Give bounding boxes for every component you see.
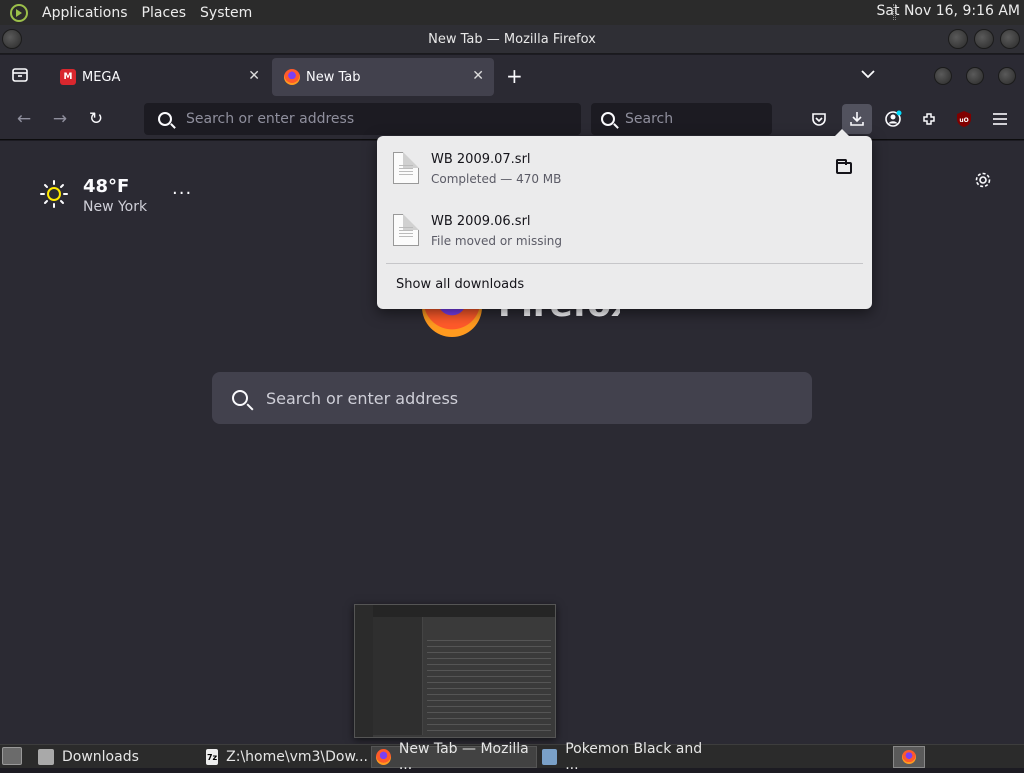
download-filename: WB 2009.06.srl bbox=[431, 214, 531, 229]
navigation-bar: ← → ↻ Search or enter address Search uO bbox=[0, 98, 1024, 140]
downloads-panel: WB 2009.07.srl Completed — 470 MB WB 200… bbox=[377, 129, 872, 309]
ublock-origin-icon[interactable]: uO bbox=[951, 106, 977, 132]
menu-system[interactable]: System bbox=[200, 5, 252, 21]
download-filename: WB 2009.07.srl bbox=[431, 152, 531, 167]
window-title: New Tab — Mozilla Firefox bbox=[428, 31, 596, 47]
divider bbox=[386, 263, 863, 264]
taskbar-item-firefox[interactable]: New Tab — Mozilla ... bbox=[371, 741, 537, 773]
menu-places[interactable]: Places bbox=[142, 5, 187, 21]
open-folder-icon[interactable] bbox=[836, 159, 852, 174]
file-icon bbox=[393, 152, 419, 184]
mega-icon: M bbox=[60, 69, 76, 85]
tab-new-tab[interactable]: New Tab ✕ bbox=[272, 58, 494, 96]
reload-icon[interactable]: ↻ bbox=[83, 106, 109, 132]
weather-temperature: 48°F bbox=[83, 176, 130, 197]
address-bar[interactable]: Search or enter address bbox=[144, 103, 581, 135]
download-status: Completed — 470 MB bbox=[431, 172, 562, 186]
minimize-button[interactable] bbox=[948, 29, 968, 49]
7zip-icon: 7z bbox=[206, 749, 219, 765]
search-icon bbox=[232, 390, 248, 406]
hamburger-menu-icon[interactable] bbox=[987, 106, 1013, 132]
workspace-switcher[interactable] bbox=[893, 746, 925, 768]
forward-arrow-icon[interactable]: → bbox=[47, 106, 73, 132]
firefox-icon bbox=[376, 749, 391, 765]
taskbar-window-preview[interactable] bbox=[354, 604, 556, 738]
file-icon bbox=[393, 214, 419, 246]
close-tab-icon[interactable]: ✕ bbox=[248, 68, 260, 84]
folder-icon bbox=[38, 749, 54, 765]
maximize-button[interactable] bbox=[974, 29, 994, 49]
show-desktop-icon[interactable] bbox=[2, 747, 22, 765]
taskbar-label: Downloads bbox=[62, 749, 139, 765]
account-icon[interactable] bbox=[880, 106, 906, 132]
download-item[interactable]: WB 2009.07.srl Completed — 470 MB bbox=[387, 146, 862, 202]
extensions-puzzle-icon[interactable] bbox=[916, 106, 942, 132]
firefox-view-icon[interactable] bbox=[11, 66, 29, 89]
maximize-dot[interactable] bbox=[966, 67, 984, 85]
close-window-button[interactable] bbox=[1000, 29, 1020, 49]
new-tab-plus-icon[interactable]: + bbox=[506, 64, 523, 88]
pocket-icon[interactable] bbox=[806, 106, 832, 132]
download-status: File moved or missing bbox=[431, 234, 563, 248]
search-icon bbox=[158, 112, 172, 126]
minimize-dot[interactable] bbox=[934, 67, 952, 85]
window-titlebar[interactable]: New Tab — Mozilla Firefox bbox=[0, 25, 1024, 54]
top-system-panel: Applications Places System Sat Nov 16, 9… bbox=[0, 0, 1024, 25]
window-menu-button[interactable] bbox=[2, 29, 22, 49]
download-item[interactable]: WB 2009.06.srl File moved or missing bbox=[387, 208, 862, 264]
taskbar-label: Z:\home\vm3\Dow... bbox=[226, 749, 368, 765]
applications-logo-icon[interactable] bbox=[10, 3, 28, 22]
address-placeholder: Search or enter address bbox=[186, 111, 355, 127]
tab-label: MEGA bbox=[82, 69, 121, 85]
taskbar-label: Pokemon Black and ... bbox=[565, 741, 703, 773]
menu-applications[interactable]: Applications bbox=[42, 5, 128, 21]
close-dot[interactable] bbox=[998, 67, 1016, 85]
search-bar[interactable]: Search bbox=[591, 103, 772, 135]
taskbar-item-7zip[interactable]: 7z Z:\home\vm3\Dow... bbox=[206, 746, 368, 768]
sun-icon bbox=[40, 180, 68, 208]
show-all-downloads-button[interactable]: Show all downloads bbox=[396, 277, 524, 292]
search-icon bbox=[601, 112, 615, 126]
gear-icon[interactable] bbox=[974, 171, 992, 194]
tab-label: New Tab bbox=[306, 69, 361, 85]
new-tab-search-input[interactable]: Search or enter address bbox=[212, 372, 812, 424]
back-arrow-icon[interactable]: ← bbox=[11, 106, 37, 132]
wine-icon bbox=[542, 749, 558, 765]
close-tab-icon[interactable]: ✕ bbox=[472, 68, 484, 84]
taskbar-item-downloads[interactable]: Downloads bbox=[38, 746, 202, 768]
weather-options-ellipsis-icon[interactable]: ··· bbox=[172, 183, 192, 204]
new-tab-search-placeholder: Search or enter address bbox=[266, 388, 459, 408]
weather-widget[interactable]: 48°F New York bbox=[40, 176, 147, 215]
weather-city: New York bbox=[83, 199, 148, 215]
svg-text:uO: uO bbox=[959, 117, 968, 124]
bottom-taskbar: Downloads 7z Z:\home\vm3\Dow... New Tab … bbox=[0, 741, 1024, 773]
firefox-icon bbox=[902, 750, 916, 764]
clock[interactable]: Sat Nov 16, 9:16 AM bbox=[877, 3, 1020, 19]
tab-mega[interactable]: M MEGA ✕ bbox=[48, 58, 270, 96]
firefox-icon bbox=[284, 69, 300, 85]
taskbar-item-pokemon[interactable]: Pokemon Black and ... bbox=[542, 741, 712, 773]
tab-strip: M MEGA ✕ New Tab ✕ + bbox=[0, 55, 1024, 98]
search-placeholder: Search bbox=[625, 111, 674, 127]
taskbar-label: New Tab — Mozilla ... bbox=[398, 741, 529, 773]
list-all-tabs-chevron-icon[interactable] bbox=[860, 66, 876, 87]
